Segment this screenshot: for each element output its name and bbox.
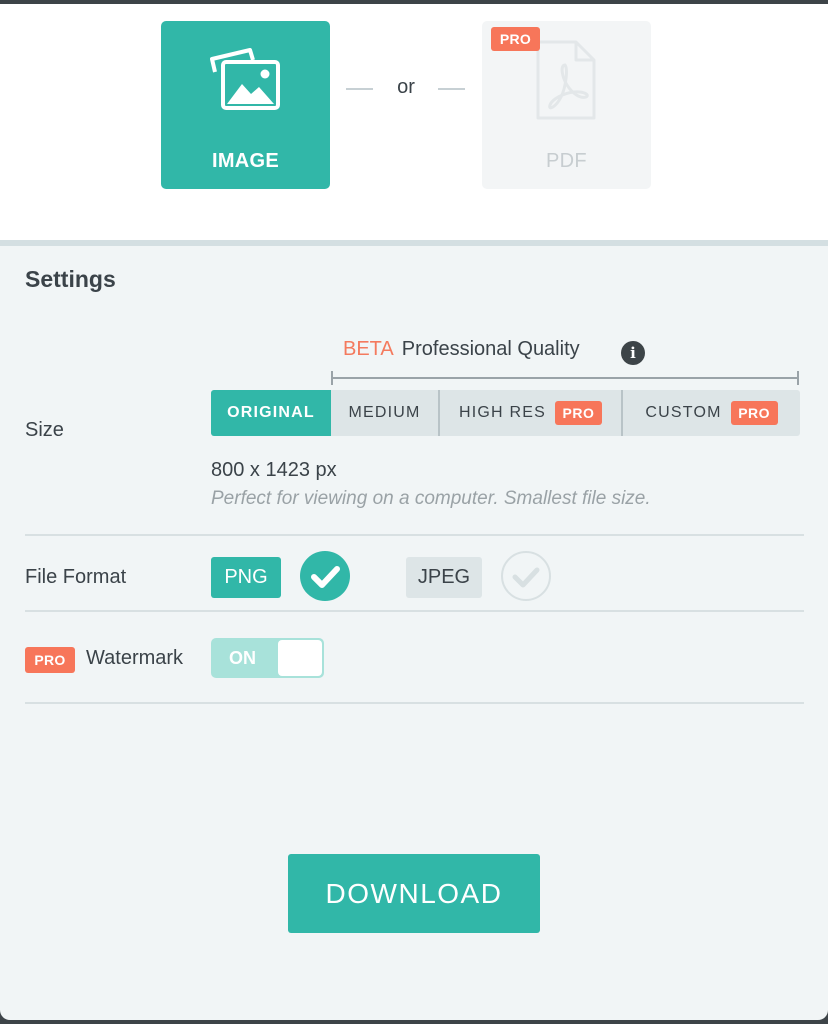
quality-header: BETA Professional Quality: [343, 338, 580, 361]
settings-title: Settings: [25, 266, 116, 292]
separator-line-right: [438, 88, 465, 90]
image-export-option[interactable]: IMAGE: [161, 21, 330, 189]
image-export-label: IMAGE: [211, 150, 280, 172]
size-option-label: MEDIUM: [348, 404, 421, 421]
image-icon: [209, 46, 283, 117]
pdf-export-label: PDF: [546, 150, 587, 172]
size-option-label: HIGH RES: [459, 404, 546, 421]
png-format-button[interactable]: PNG: [211, 557, 281, 598]
size-option-high-res[interactable]: HIGH RES PRO: [440, 390, 623, 436]
or-separator: or: [346, 76, 466, 106]
size-option-label: CUSTOM: [645, 404, 722, 421]
watermark-label: Watermark: [86, 647, 184, 669]
quality-bracket: [331, 371, 799, 385]
beta-label: BETA: [343, 338, 394, 360]
size-option-custom[interactable]: CUSTOM PRO: [623, 390, 800, 436]
export-dialog: IMAGE or PRO PDF Settings BETA Profession…: [0, 4, 828, 1020]
size-option-label: ORIGINAL: [227, 404, 315, 421]
jpeg-unselected-check-icon[interactable]: [501, 551, 551, 601]
size-selector: ORIGINAL MEDIUM HIGH RES PRO CUSTOM PRO: [211, 390, 800, 436]
watermark-toggle[interactable]: ON: [211, 638, 324, 678]
row-divider: [25, 610, 804, 612]
high-res-pro-badge: PRO: [554, 401, 602, 425]
pdf-file-icon: [534, 39, 598, 126]
custom-pro-badge: PRO: [730, 401, 778, 425]
toggle-state-text: ON: [229, 648, 256, 668]
professional-quality-label: Professional Quality: [401, 338, 580, 360]
size-dimensions: 800 x 1423 px: [211, 459, 337, 481]
file-format-label: File Format: [25, 566, 127, 588]
pdf-export-option[interactable]: PRO PDF: [482, 21, 651, 189]
pdf-pro-badge: PRO: [491, 27, 540, 51]
png-selected-check-icon[interactable]: [300, 551, 350, 601]
size-label: Size: [25, 419, 64, 441]
info-icon[interactable]: i: [621, 341, 645, 365]
size-description: Perfect for viewing on a computer. Small…: [211, 488, 651, 509]
watermark-pro-badge: PRO: [25, 647, 75, 673]
size-option-original[interactable]: ORIGINAL: [211, 390, 331, 436]
size-option-medium[interactable]: MEDIUM: [331, 390, 440, 436]
row-divider: [25, 702, 804, 704]
toggle-knob: [278, 640, 322, 676]
row-divider: [25, 534, 804, 536]
export-type-panel: IMAGE or PRO PDF: [0, 4, 828, 240]
download-button[interactable]: DOWNLOAD: [288, 854, 540, 933]
jpeg-format-button[interactable]: JPEG: [406, 557, 482, 598]
section-divider: [0, 240, 828, 246]
